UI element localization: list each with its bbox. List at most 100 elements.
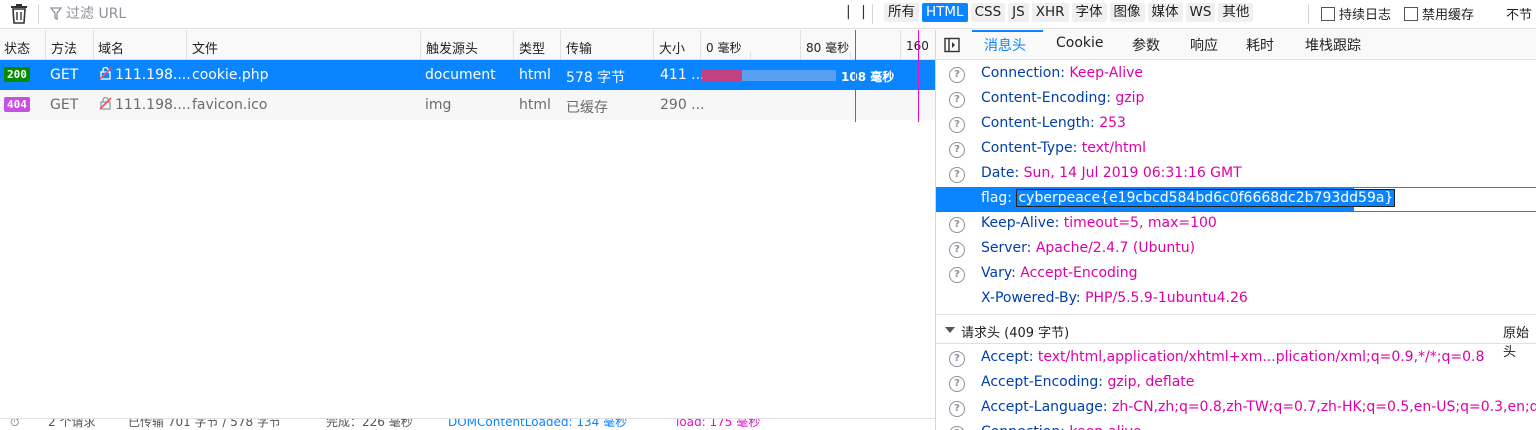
help-icon[interactable]: ? [949,376,965,392]
waterfall-tick-mark [900,30,901,60]
type-filter-7[interactable]: 媒体 [1147,3,1183,22]
request-headers-section-header[interactable]: 请求头 (409 字节) 原始头 [936,314,1536,360]
column-transferred[interactable]: 传输 [566,38,592,57]
help-icon[interactable]: ? [949,217,965,233]
active-tab-indicator [972,30,1043,32]
header-row[interactable]: ? Accept-Language: zh-CN,zh;q=0.8,zh-TW;q… [936,396,1536,421]
column-divider [93,30,94,60]
throttle-label: 不节 [1506,8,1533,23]
column-divider [45,30,46,60]
header-row[interactable]: ? Connection: Keep-Alive [936,62,1536,87]
type-filter-0[interactable]: 所有 [884,3,919,22]
request-row[interactable]: 404 GET 111.198.... favicon.ico img html… [0,90,935,120]
header-entry: Content-Length: 253 [981,115,1126,131]
type-filter-buttons: 所有 HTML CSS JS XHR 字体 图像 媒体 WS 其他 [884,3,1254,22]
timing-waiting-bar [742,70,836,81]
tab-stack-trace[interactable]: 堆栈跟踪 [1305,35,1361,55]
type-filter-3[interactable]: JS [1008,3,1029,22]
column-file[interactable]: 文件 [192,38,218,57]
url-filter-input[interactable]: 过滤 URL [49,3,126,23]
help-icon[interactable]: ? [949,142,965,158]
header-row[interactable]: ? Content-Length: 253 [936,112,1536,137]
throttle-dropdown[interactable]: 不节 [1506,4,1532,23]
help-icon[interactable]: ? [949,92,965,108]
header-row[interactable]: ? Accept-Encoding: gzip, deflate [936,371,1536,396]
tab-cookie[interactable]: Cookie [1056,35,1104,51]
column-cause[interactable]: 触发源头 [426,38,478,57]
header-row[interactable]: ? Content-Encoding: gzip [936,87,1536,112]
help-icon[interactable]: ? [949,267,965,283]
waterfall-tick: 80 毫秒 [806,41,850,55]
header-row[interactable]: ? Content-Type: text/html [936,137,1536,162]
request-row[interactable]: 200 GET 111.198.... cookie.php document … [0,60,935,90]
header-value: Keep-Alive [1069,65,1143,81]
status-bar: ⏱ 2 个请求 已传输 701 字节 / 578 字节 完成：226 毫秒 DO… [0,418,935,430]
request-transferred: 已缓存 [566,100,608,116]
help-icon[interactable]: ? [949,401,965,417]
request-type: html [519,97,551,113]
column-divider [186,30,187,60]
header-row[interactable]: ? Vary: Accept-Encoding [936,262,1536,287]
tab-headers[interactable]: 消息头 [984,35,1026,55]
type-filter-1[interactable]: HTML [922,3,968,22]
trash-icon[interactable] [10,4,28,24]
column-domain[interactable]: 域名 [98,38,124,57]
type-filter-6[interactable]: 图像 [1109,3,1145,22]
column-status[interactable]: 状态 [4,38,30,57]
header-row[interactable]: ? Connection: keep-alive [936,421,1536,430]
column-size[interactable]: 大小 [659,38,685,57]
header-entry: flag: cyberpeace{e19cbcd584bd6c0f6668dc2… [981,189,1396,207]
help-icon[interactable]: ? [949,351,965,367]
header-row[interactable]: ? Keep-Alive: timeout=5, max=100 [936,212,1536,237]
header-row[interactable]: X-Powered-By: PHP/5.5.9-1ubuntu4.26 [936,287,1536,312]
header-name: Server: [981,240,1032,256]
toolbar-divider [872,4,873,24]
request-file: cookie.php [192,67,269,83]
header-name: Accept-Language: [981,399,1108,415]
request-size: 411 ... [660,67,705,83]
header-name: Keep-Alive: [981,215,1060,231]
header-value: Sun, 14 Jul 2019 06:31:16 GMT [1023,165,1242,181]
disable-cache-checkbox[interactable]: 禁用缓存 [1404,4,1474,23]
type-filter-5[interactable]: 字体 [1071,3,1107,22]
request-domain: 111.198.... [99,97,191,113]
help-icon[interactable]: ? [949,426,965,430]
waterfall-tick-mark [750,52,751,60]
header-name: Accept: [981,349,1034,365]
toggle-sidebar-icon[interactable] [944,37,960,53]
load-event-marker [918,30,919,122]
header-name: Date: [981,165,1020,181]
status-badge: 404 [4,97,30,112]
help-icon[interactable]: ? [949,117,965,133]
type-filter-2[interactable]: CSS [970,3,1006,22]
column-divider [653,30,654,60]
help-icon[interactable]: ? [949,167,965,183]
header-name: Vary: [981,265,1016,281]
tab-params[interactable]: 参数 [1132,35,1160,55]
request-type: html [519,67,551,83]
header-row[interactable]: ? Accept: text/html,application/xhtml+xm.… [936,346,1536,371]
header-entry: Server: Apache/2.4.7 (Ubuntu) [981,240,1195,256]
help-icon[interactable]: ? [949,242,965,258]
header-row[interactable]: flag: cyberpeace{e19cbcd584bd6c0f6668dc2… [936,187,1536,212]
request-cause: img [425,97,452,113]
help-icon[interactable]: ? [949,67,965,83]
request-file: favicon.ico [192,97,268,113]
type-filter-9[interactable]: 其他 [1218,3,1254,22]
request-transferred: 578 字节 [566,70,626,86]
header-row[interactable]: ? Server: Apache/2.4.7 (Ubuntu) [936,237,1536,262]
checkbox-icon [1321,6,1335,21]
tab-timings[interactable]: 耗时 [1246,35,1274,55]
header-row[interactable]: ? Date: Sun, 14 Jul 2019 06:31:16 GMT [936,162,1536,187]
type-filter-4[interactable]: XHR [1031,3,1069,22]
column-type[interactable]: 类型 [519,38,545,57]
stopwatch-icon[interactable]: ⏱ [10,419,19,430]
column-method[interactable]: 方法 [51,38,77,57]
persist-log-checkbox[interactable]: 持续日志 [1321,4,1391,23]
tab-response[interactable]: 响应 [1190,35,1218,55]
pause-button[interactable]: | | [846,4,869,20]
header-value: text/html,application/xhtml+xm...plicati… [1037,349,1485,365]
request-size: 290 ... [660,97,705,113]
waterfall-tick: 0 毫秒 [706,41,742,55]
type-filter-8[interactable]: WS [1185,3,1216,22]
